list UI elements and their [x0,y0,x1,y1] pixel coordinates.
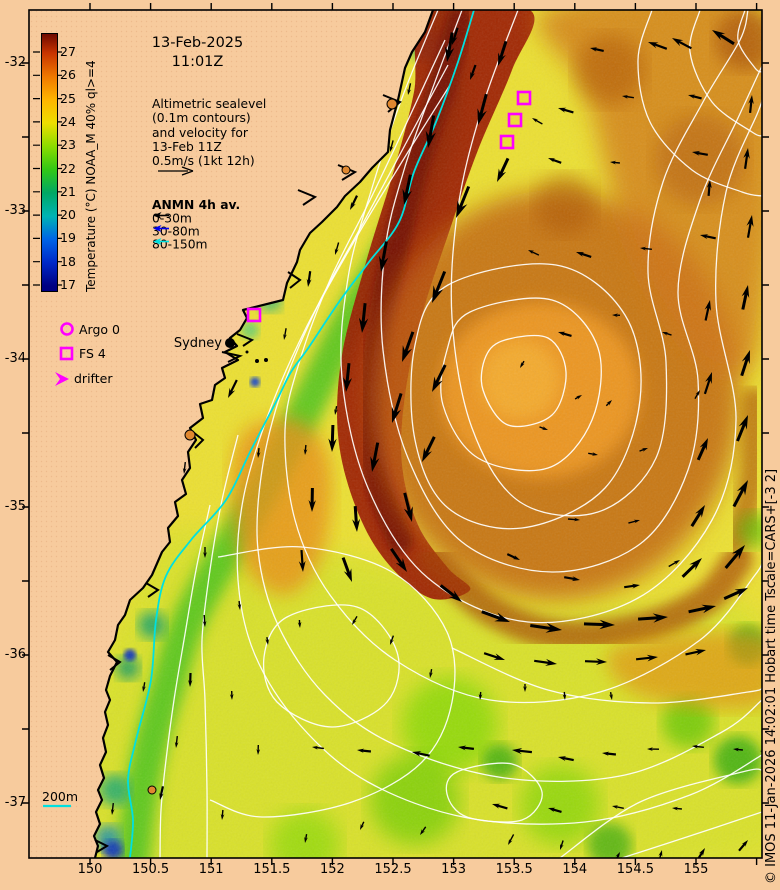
platform-legend-label-arrow: drifter [74,371,113,386]
isobath-200m-label: 200m [42,789,79,804]
colorbar-tick-label: 26 [60,67,76,83]
platform-legend-label-square: FS 4 [79,346,106,361]
anmn-legend-item: 80-150m [152,237,208,252]
oceancurrent-sst-map-figure: 13-Feb-2025 11:01Z Altimetric sealevel (0… [0,0,780,890]
y-tick-label: -36 [4,647,26,662]
imos-credit-text: © IMOS 11-Jan-2026 14:02:01 Hobart time … [764,468,779,884]
colorbar-tick-label: 21 [60,183,76,199]
y-tick-label: -35 [4,499,26,514]
station-dot [264,358,268,362]
city-label-sydney: Sydney [173,336,222,351]
sydney-city-dot [225,338,235,348]
altimetry-info-line: 13-Feb 11Z [152,139,222,154]
colorbar-tick-label: 17 [60,277,76,292]
colorbar-tick-label: 23 [60,137,76,153]
x-tick-label: 151 [198,862,224,877]
altimetry-info-line: and velocity for [152,125,248,140]
colorbar-tick-label: 22 [60,160,76,176]
x-tick-label: 151.5 [253,862,291,877]
anmn-legend-item: 0-30m [152,211,192,226]
temperature-colorbar [41,33,58,292]
altimetry-info-line: 0.5m/s (1kt 12h) [152,154,255,169]
colorbar-tick-label: 18 [60,253,76,269]
x-tick-label: 153.5 [495,862,533,877]
x-tick-label: 155 [683,862,709,877]
x-tick-label: 154 [562,862,588,877]
colorbar-tick-label: 27 [60,44,76,59]
colorbar-tick-label: 25 [60,90,76,106]
platform-legend-label-circle: Argo 0 [79,322,120,337]
colorbar-tick-label: 19 [60,230,76,246]
x-tick-label: 150.5 [131,862,170,877]
x-tick-label: 152 [319,862,345,877]
depth-arrow-icon [153,212,169,219]
colorbar-tick-label: 20 [60,207,76,223]
x-tick-label: 152.5 [374,862,412,877]
map-date: 13-Feb-2025 [151,35,244,51]
y-tick-label: -34 [4,351,26,366]
map-time: 11:01Z [171,54,224,70]
depth-arrow-icon [153,238,169,245]
x-tick-label: 154.5 [616,862,654,877]
colorbar-tick-label: 24 [60,113,76,129]
y-tick-label: -33 [4,203,26,218]
station-dot [245,350,249,354]
anmn-legend-item: 30-80m [152,224,200,239]
map-canvas [22,3,769,865]
altimetry-info-line: Altimetric sealevel [152,97,267,111]
anmn-legend-title: ANMN 4h av. [152,198,241,212]
y-tick-label: -37 [4,795,26,810]
altimetry-info-block: Altimetric sealevel (0.1m contours) and ve… [152,97,266,168]
station-dot [255,359,259,363]
y-tick-label: -32 [4,55,26,70]
x-tick-label: 150 [77,862,103,877]
altimetry-info-line: (0.1m contours) [152,111,251,126]
x-tick-label: 153 [441,862,466,877]
depth-arrow-icon [153,225,169,232]
